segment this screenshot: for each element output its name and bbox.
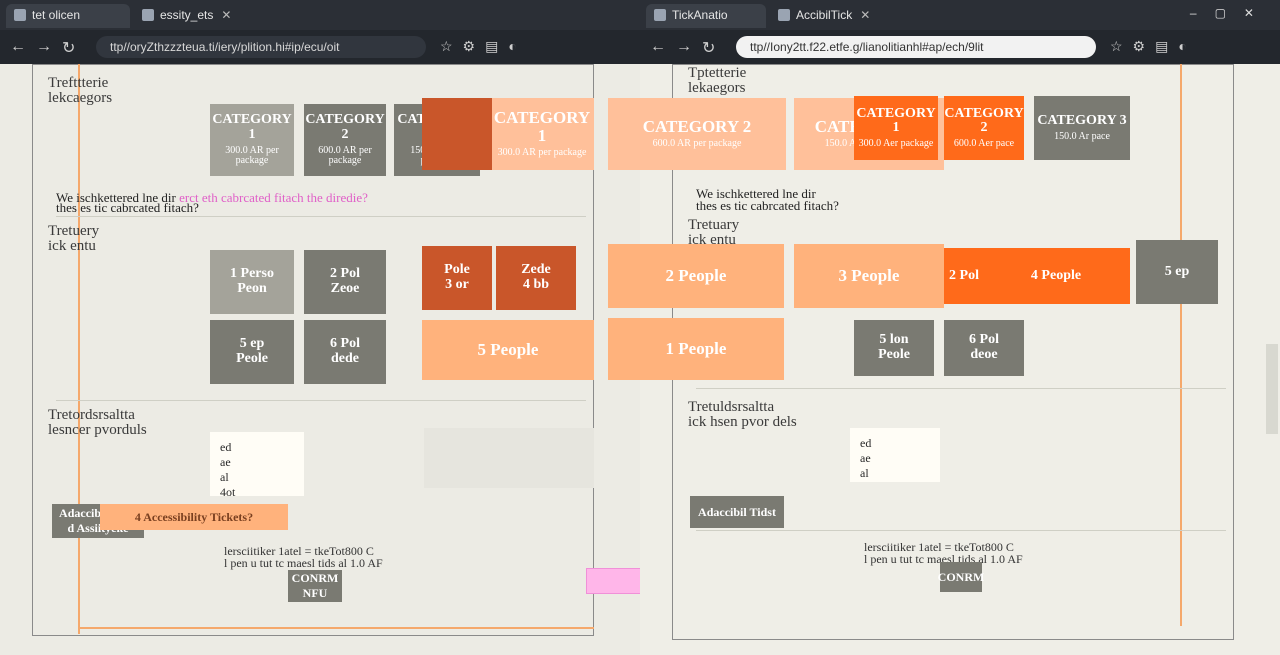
people-tile-peach-6[interactable]: 1 People [608,318,784,380]
people-tile-2[interactable]: 2 Pol [944,248,984,304]
people-tile-row2-1[interactable]: 5 lon Peole [854,320,934,376]
people-tile-1[interactable]: 1 Perso Peon [210,250,294,314]
page-icon [778,9,790,21]
people-tile-row2-2[interactable]: 6 Pol deoe [944,320,1024,376]
forward-icon[interactable]: → [36,38,52,56]
browser-tab-1[interactable]: tet olicen [6,4,130,28]
people-tile-5-selected[interactable]: 5 People [422,320,594,380]
scrollbar[interactable] [1266,344,1278,434]
back-icon[interactable]: ← [650,38,666,56]
section-title-additional: Tretuldsrsaltta ick hsen pvor dels [688,399,797,430]
close-icon[interactable]: ✕ [221,8,231,22]
browser-tab-2[interactable]: essity_ets ✕ [134,4,260,28]
category-tile-2[interactable]: CATEGORY 2 600.0 Aer pace [944,96,1024,160]
people-tile-6[interactable]: 6 Pol dede [304,320,386,384]
left-page: Trefttterie lekcaegors CATEGORY 1 300.0 … [0,64,676,655]
reload-icon[interactable]: ↻ [62,38,75,58]
url-field-right[interactable]: ttp//Iony2tt.f22.etfe.g/lianolitianhl#ap… [736,36,1096,58]
people-tile-4[interactable]: 4 People [982,248,1130,304]
people-tile-peach-3[interactable]: 3 People [794,244,944,308]
question-sub: thes es tic cabrcated fitach? [696,198,839,213]
accent-line [78,64,80,634]
section-title-categories: Trefttterie lekcaegors [48,75,113,106]
people-tile-peach-2[interactable]: 2 People [608,244,784,308]
confirm-button[interactable]: CONRM [938,562,984,592]
category-tile-1[interactable]: CATEGORY 1 300.0 AR per package [210,104,294,176]
accessibility-toggle[interactable]: Adaccibil Tidst [690,496,784,528]
reload-icon[interactable]: ↻ [702,38,715,58]
category-tile-1-active[interactable]: CATEGORY 1 300.0 Aer package [854,96,938,160]
info-placeholder [424,428,594,488]
window-controls[interactable]: –▢✕ [1190,6,1272,20]
people-tile-3[interactable]: Pole 3 or [422,246,492,310]
summary-line-2: l pen u tut tc maesl tids al 1.0 AF [224,556,383,570]
divider [696,530,1226,531]
page-icon [14,9,26,21]
browser-tab-4[interactable]: AccibilTick ✕ [770,4,900,28]
section-title-additional: Tretordsrsaltta lesncer pvorduls [48,407,147,438]
section-title-people: Tretuery ick entu [48,223,100,254]
forward-icon[interactable]: → [676,38,692,56]
category-tile-accent[interactable] [422,98,492,170]
toolbar-icons-right[interactable]: ☆⚙▤◐ [1110,38,1197,55]
question-sub: thes es tic cabrcated fitach? [56,200,199,215]
people-tile-4[interactable]: Zede 4 bb [496,246,576,310]
accent-line [78,627,594,629]
accent-line [1180,64,1182,626]
category-tile-peach-2[interactable]: CATEGORY 2 600.0 AR per package [608,98,786,170]
page-icon [654,9,666,21]
section-title-categories: Tptetterie lekaegors [688,65,747,96]
toolbar-icons-left[interactable]: ☆⚙▤◐ [440,38,527,55]
info-box: ed ae al 4ot [210,432,304,499]
url-field-left[interactable]: ttp//oryZthzzzteua.ti/iery/plition.hi#ip… [96,36,426,58]
divider [696,388,1226,389]
category-tile-1-selected[interactable]: CATEGORY 1 300.0 AR per package [490,98,594,170]
people-tile-5[interactable]: 5 ep [1136,240,1218,304]
accessibility-tickets-button[interactable]: 4 Accessibility Tickets? [100,504,288,530]
people-tile-2[interactable]: 2 Pol Zeoe [304,250,386,314]
category-tile-2[interactable]: CATEGORY 2 600.0 AR per package [304,104,386,176]
divider [56,216,586,217]
confirm-button[interactable]: CONRM NFU [288,570,342,602]
browser-tab-3[interactable]: TickAnatio [646,4,766,28]
category-tile-3[interactable]: CATEGORY 3 150.0 Ar pace [1034,96,1130,160]
back-icon[interactable]: ← [10,38,26,56]
info-box: ed ae al [850,428,940,482]
address-bar: ← → ↻ ttp//oryZthzzzteua.ti/iery/plition… [0,30,1280,64]
browser-tabbar: tet olicen essity_ets ✕ TickAnatio Accibi… [0,0,1280,30]
close-icon[interactable]: ✕ [860,8,870,22]
divider [56,400,586,401]
people-tile-5[interactable]: 5 ep Peole [210,320,294,384]
page-icon [142,9,154,21]
right-page: Tptetterie lekaegors CATEGORY 2 600.0 AR… [608,64,1280,655]
